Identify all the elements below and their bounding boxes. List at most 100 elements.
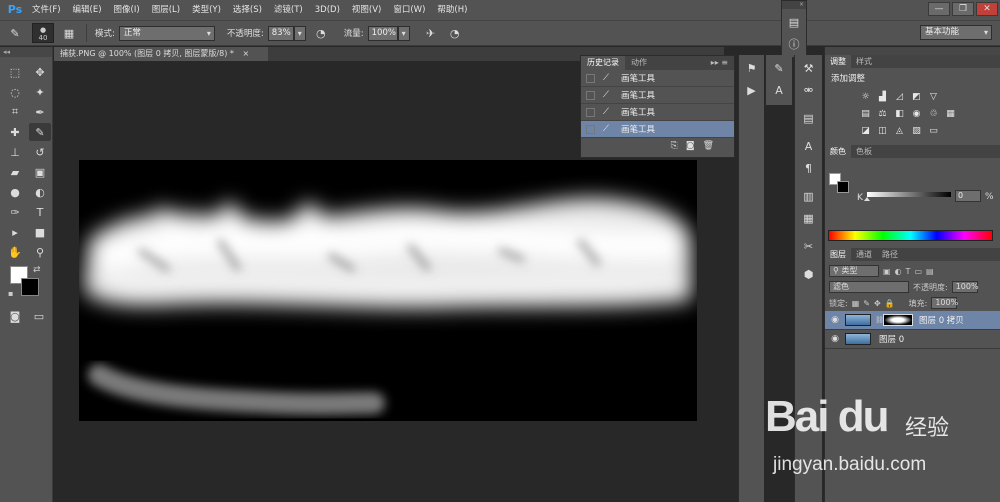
flow-dropdown[interactable]: [397, 25, 410, 41]
flow-input[interactable]: 100%: [367, 25, 398, 41]
color-balance-icon[interactable]: ⚖: [876, 107, 889, 120]
layer-filter-select[interactable]: ⚲ 类型: [829, 265, 879, 277]
photo-filter-icon[interactable]: ◉: [910, 107, 923, 120]
paragraph-styles-icon[interactable]: ▦: [799, 209, 819, 227]
tab-paths[interactable]: 路径: [877, 248, 903, 261]
rectangle-tool-icon[interactable]: ■: [29, 223, 51, 241]
gradient-map-icon[interactable]: ▭: [927, 124, 940, 137]
default-colors-icon[interactable]: ▪: [8, 289, 13, 298]
lock-position-icon[interactable]: ✥: [874, 299, 881, 308]
marquee-tool-icon[interactable]: ⬚: [4, 63, 26, 81]
quick-mask-icon[interactable]: ◙: [4, 307, 26, 325]
healing-brush-icon[interactable]: ✚: [4, 123, 26, 141]
history-item[interactable]: ⟋ 画笔工具: [581, 70, 734, 87]
zoom-tool-icon[interactable]: ⚲: [29, 243, 51, 261]
k-slider-thumb[interactable]: [864, 197, 870, 201]
type-tool-icon[interactable]: T: [29, 203, 51, 221]
document-tab[interactable]: 捕获.PNG @ 100% (图层 0 拷贝, 图层蒙版/8) * ×: [54, 47, 268, 61]
threshold-icon[interactable]: ◬: [893, 124, 906, 137]
pressure-size-icon[interactable]: ◔: [446, 24, 464, 42]
clone-stamp-icon[interactable]: ⊥: [4, 143, 26, 161]
snapshot-checkbox[interactable]: [586, 107, 595, 117]
device-preview-icon[interactable]: ▤: [784, 13, 804, 31]
snapshot-checkbox[interactable]: [586, 124, 595, 134]
visibility-eye-icon[interactable]: ◉: [825, 315, 845, 325]
layer-mask-thumbnail[interactable]: [883, 314, 913, 326]
menu-item[interactable]: 窗口(W): [387, 0, 431, 20]
paragraph-icon[interactable]: ¶: [799, 159, 819, 177]
magic-wand-icon[interactable]: ✦: [29, 83, 51, 101]
crop-tool-icon[interactable]: ⌗: [4, 103, 26, 121]
curves-icon[interactable]: ◿: [893, 90, 906, 103]
menu-item[interactable]: 文件(F): [26, 0, 67, 20]
panel-menu-icon[interactable]: ▸▸ ≡: [705, 56, 734, 70]
opacity-dropdown[interactable]: [293, 25, 306, 41]
menu-item[interactable]: 帮助(H): [431, 0, 473, 20]
brush-tool-icon[interactable]: ✎: [29, 123, 51, 141]
brush-presets-icon[interactable]: ✎: [769, 59, 789, 77]
hand-tool-icon[interactable]: ✋: [4, 243, 26, 261]
black-white-icon[interactable]: ◧: [893, 107, 906, 120]
tool-presets-icon[interactable]: ⚒: [799, 59, 819, 77]
dodge-tool-icon[interactable]: ◐: [29, 183, 51, 201]
lock-all-icon[interactable]: 🔒: [885, 299, 895, 308]
blend-mode-select[interactable]: 滤色: [829, 281, 909, 293]
brush-preset-picker[interactable]: ● 40: [32, 23, 54, 43]
menu-item[interactable]: 选择(S): [227, 0, 268, 20]
brush-panel-icon[interactable]: ▦: [60, 24, 78, 42]
filter-shape-icon[interactable]: ▭: [914, 267, 922, 276]
color-spectrum[interactable]: [828, 230, 993, 241]
actions-play-icon[interactable]: ▶: [742, 81, 762, 99]
fill-input[interactable]: 100%: [931, 297, 958, 309]
lock-transparent-icon[interactable]: ▦: [852, 299, 860, 308]
3d-icon[interactable]: ⬢: [799, 265, 819, 283]
tab-swatches[interactable]: 色板: [851, 145, 877, 158]
levels-icon[interactable]: ▟: [876, 90, 889, 103]
filter-adjust-icon[interactable]: ◐: [895, 267, 902, 276]
gradient-tool-icon[interactable]: ▣: [29, 163, 51, 181]
visibility-eye-icon[interactable]: ◉: [825, 334, 845, 344]
menu-item[interactable]: 编辑(E): [67, 0, 108, 20]
filter-pixel-icon[interactable]: ▣: [883, 267, 891, 276]
new-document-icon[interactable]: ⎘: [671, 141, 678, 151]
filter-type-icon[interactable]: T: [906, 267, 911, 276]
channel-mixer-icon[interactable]: ♲: [927, 107, 940, 120]
camera-icon[interactable]: ◙: [686, 141, 695, 151]
brush-tool-icon[interactable]: ✎: [6, 24, 24, 42]
history-item[interactable]: ⟋ 画笔工具: [581, 87, 734, 104]
blur-tool-icon[interactable]: ●: [4, 183, 26, 201]
path-select-icon[interactable]: ▸: [4, 223, 26, 241]
history-panel-icon[interactable]: ⚑: [742, 59, 762, 77]
character-icon[interactable]: A: [799, 137, 819, 155]
snapshot-checkbox[interactable]: [586, 90, 595, 100]
close-button[interactable]: ✕: [976, 2, 998, 16]
color-lookup-icon[interactable]: ▦: [944, 107, 957, 120]
minimize-button[interactable]: —: [928, 2, 950, 16]
eyedropper-icon[interactable]: ✒: [29, 103, 51, 121]
history-brush-icon[interactable]: ↺: [29, 143, 51, 161]
layer-row-selected[interactable]: ◉ ⛓ 图层 0 拷贝: [825, 311, 1000, 330]
history-item-selected[interactable]: ⟋ 画笔工具: [581, 121, 734, 138]
tab-color[interactable]: 颜色: [825, 145, 851, 158]
lock-pixels-icon[interactable]: ✎: [863, 299, 870, 308]
invert-icon[interactable]: ◪: [859, 124, 872, 137]
screen-mode-icon[interactable]: ▭: [28, 307, 50, 325]
menu-item[interactable]: 滤镜(T): [268, 0, 309, 20]
document-canvas[interactable]: [79, 160, 697, 421]
tools-icon[interactable]: ✂: [799, 237, 819, 255]
menu-item[interactable]: 3D(D): [309, 0, 346, 20]
lasso-tool-icon[interactable]: ◌: [4, 83, 26, 101]
link-chain-icon[interactable]: ⛓: [875, 316, 884, 324]
snapshot-checkbox[interactable]: [586, 73, 595, 83]
character-styles-icon[interactable]: ▥: [799, 187, 819, 205]
swap-colors-icon[interactable]: ⇄: [33, 265, 41, 275]
move-tool-icon[interactable]: ✥: [29, 63, 51, 81]
menu-item[interactable]: 图层(L): [146, 0, 186, 20]
info-icon[interactable]: ⓘ: [784, 35, 804, 53]
tab-layers[interactable]: 图层: [825, 248, 851, 261]
posterize-icon[interactable]: ◫: [876, 124, 889, 137]
hue-saturation-icon[interactable]: ▤: [859, 107, 872, 120]
menu-item[interactable]: 视图(V): [346, 0, 387, 20]
mode-select[interactable]: 正常: [118, 25, 215, 41]
opacity-input[interactable]: 83%: [267, 25, 294, 41]
